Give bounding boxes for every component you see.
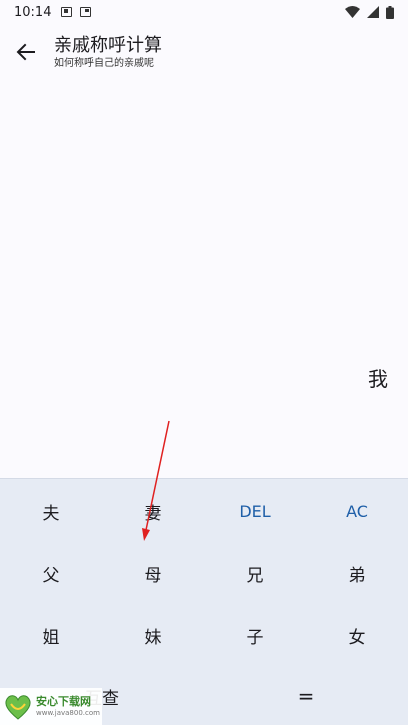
heart-logo-icon [3,692,33,722]
app-bar: 亲戚称呼计算 如何称呼自己的亲戚呢 [0,28,408,76]
arrow-back-icon [16,43,35,61]
title-group: 亲戚称呼计算 如何称呼自己的亲戚呢 [54,35,162,70]
key-wife[interactable]: 妻 [102,480,204,542]
key-husband[interactable]: 夫 [0,480,102,542]
page-subtitle: 如何称呼自己的亲戚呢 [54,57,154,69]
signal-icon [367,6,379,18]
page-title: 亲戚称呼计算 [54,34,162,56]
key-father[interactable]: 父 [0,542,102,604]
equals-button[interactable]: = [204,665,408,725]
result-text: 我 [368,367,388,391]
watermark-name: 安心下载网 [36,695,91,708]
key-daughter[interactable]: 女 [306,604,408,666]
battery-icon [386,5,394,19]
delete-button[interactable]: DEL [204,480,306,542]
notification-box-icon [80,7,92,17]
result-display: 我 [0,80,408,478]
status-bar: 10:14 [0,0,408,24]
clear-all-button[interactable]: AC [306,480,408,542]
key-younger-sister[interactable]: 妹 [102,604,204,666]
status-right-icons [345,5,394,19]
watermark: 安心下载网 www.java800.com [0,688,102,725]
key-mother[interactable]: 母 [102,542,204,604]
key-son[interactable]: 子 [204,604,306,666]
watermark-url: www.java800.com [36,709,100,717]
key-elder-sister[interactable]: 姐 [0,604,102,666]
watermark-text: 安心下载网 www.java800.com [36,695,100,718]
back-button[interactable] [6,32,46,72]
key-younger-brother[interactable]: 弟 [306,542,408,604]
notification-a-icon [61,7,73,17]
status-time: 10:14 [14,4,52,20]
key-elder-brother[interactable]: 兄 [204,542,306,604]
wifi-icon [345,6,360,18]
